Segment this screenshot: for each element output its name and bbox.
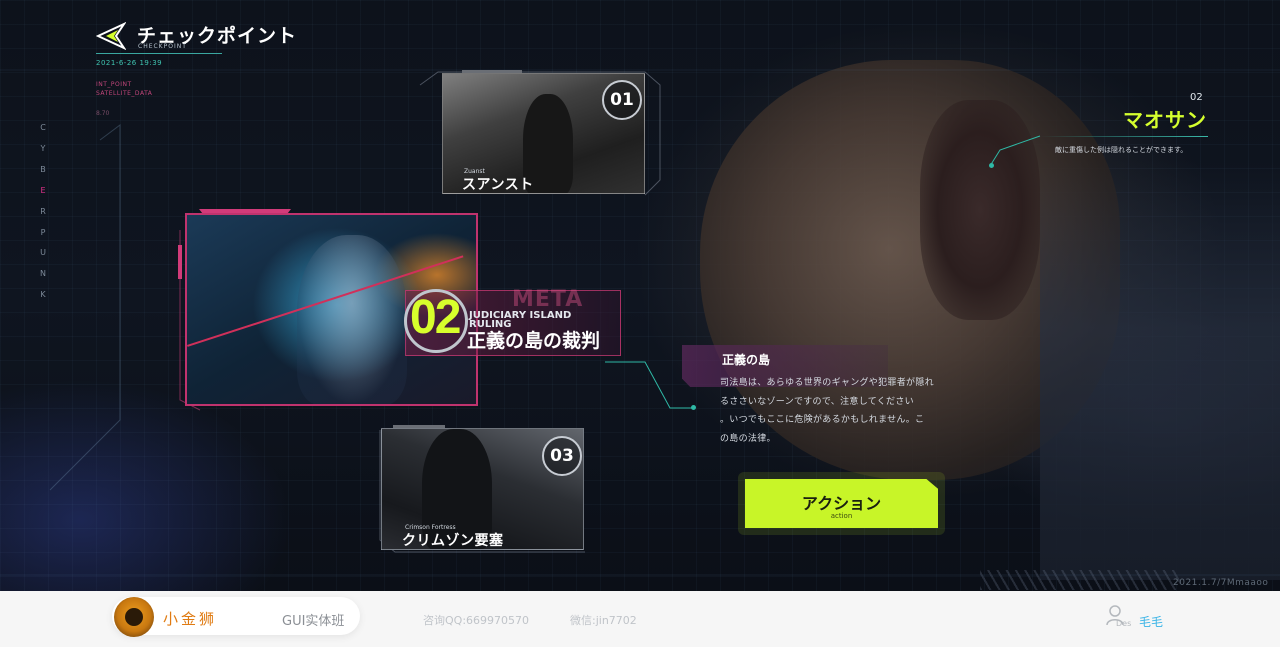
card-title: クリムゾン要塞 — [402, 533, 504, 549]
system-label: SATELLITE_DATA — [96, 90, 153, 97]
vertical-letter: B — [40, 164, 46, 174]
page-subtitle: CHECKPOINT — [138, 43, 187, 50]
selected-marker — [178, 245, 182, 279]
vertical-letter: N — [40, 269, 46, 279]
brand-name: 小金狮 — [163, 610, 218, 628]
vertical-letter: P — [40, 227, 46, 237]
description-line: るささいなゾーンですので、注意してください — [720, 396, 914, 407]
character-description: 敵に重傷した例は隠れることができます。 — [1055, 146, 1188, 154]
description-title: 正義の島 — [722, 353, 771, 367]
header-divider — [96, 53, 222, 54]
author-watermark: 2021.1.7/7Mmaaoo — [1173, 578, 1269, 588]
meta-overlay-text: META — [512, 287, 584, 312]
description-line: 。いつでもここに危険があるかもしれません。こ — [720, 415, 925, 425]
checkpoint-card-01[interactable]: 01 Zuanst スアンスト — [442, 70, 645, 194]
course-name: GUI实体班 — [282, 614, 345, 629]
selected-number: 02 — [410, 291, 461, 344]
description-line: 司法島は、あらゆる世界のギャングや犯罪者が隠れ — [720, 378, 934, 388]
cyberpunk-vertical-text: C Y B E R P U N K — [38, 118, 48, 306]
vertical-letter: K — [40, 290, 46, 300]
system-label: INT_POINT — [96, 81, 132, 88]
vertical-letter: U — [40, 248, 46, 258]
card-number: 01 — [602, 80, 642, 120]
qq-contact: 咨询QQ:669970570 — [423, 614, 530, 627]
action-button[interactable]: アクション action — [745, 479, 938, 528]
lion-logo-icon — [114, 597, 154, 637]
card-tab — [462, 70, 522, 73]
vertical-letter: R — [40, 206, 46, 216]
description-line: の島の法律。 — [720, 433, 776, 444]
decorative-stripes — [980, 570, 1180, 590]
vertical-letter: E — [40, 185, 46, 195]
system-labels: INT_POINT SATELLITE_DATA — [96, 80, 152, 98]
description-body: 司法島は、あらゆる世界のギャングや犯罪者が隠れ るささいなゾーンですので、注意し… — [720, 374, 952, 448]
character-number: 02 — [1190, 92, 1203, 103]
card-number: 03 — [542, 436, 582, 476]
character-name: マオサン — [1123, 108, 1207, 132]
designer-name: 毛毛 — [1139, 615, 1164, 629]
connector-dot — [691, 405, 696, 410]
action-button-label: アクション — [801, 494, 882, 513]
system-value: 8.70 — [96, 110, 110, 117]
character-connector-dot — [989, 163, 994, 168]
warrior-figure — [297, 235, 407, 404]
game-screen: チェックポイント CHECKPOINT 2021-6-26 19:39 INT_… — [0, 0, 1280, 591]
designer-label: Des — [1116, 619, 1132, 628]
checkpoint-card-03[interactable]: 03 Crimson Fortress クリムゾン要塞 — [381, 425, 584, 550]
selected-title: 正義の島の裁判 — [467, 330, 601, 352]
checkpoint-arrow-icon — [96, 22, 126, 50]
timestamp: 2021-6-26 19:39 — [96, 59, 163, 67]
card-tab — [393, 425, 445, 428]
action-button-sublabel: action — [830, 512, 853, 520]
vertical-letter: C — [40, 123, 46, 132]
wechat-contact: 微信:jin7702 — [570, 614, 637, 627]
card-title: スアンスト — [462, 177, 534, 193]
vertical-letter: Y — [40, 143, 46, 153]
character-divider — [1040, 136, 1208, 137]
